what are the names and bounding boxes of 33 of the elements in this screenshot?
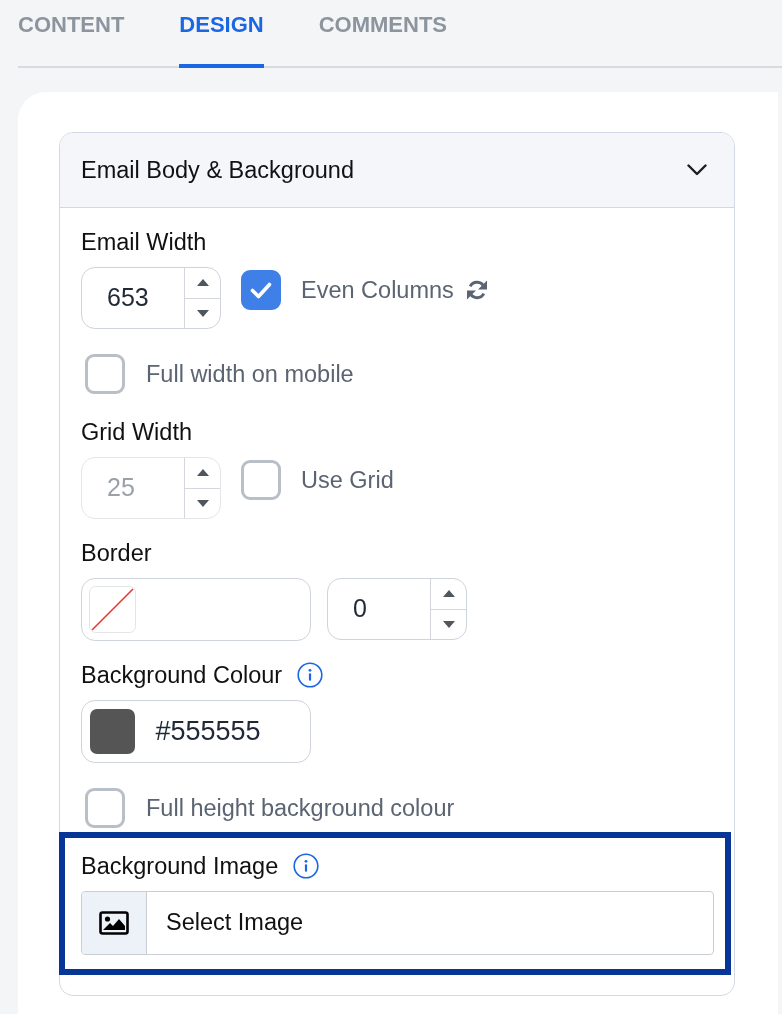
field-label: Background Image [81, 852, 279, 881]
caret-down-icon[interactable] [196, 499, 209, 507]
panel-title: Email Body & Background [81, 156, 354, 185]
checkbox[interactable] [85, 354, 125, 394]
caret-down-icon[interactable] [442, 620, 455, 628]
caret-up-icon[interactable] [442, 590, 455, 598]
caret-down-icon[interactable] [196, 309, 209, 317]
checkbox[interactable] [85, 788, 125, 828]
field-label: Background Colour [81, 661, 283, 690]
field-label: Email Width [81, 228, 207, 257]
field-label: Border [81, 539, 152, 568]
number-field[interactable]: 0 [327, 578, 467, 640]
checkbox-label: Full height background colour [146, 794, 455, 823]
check-icon [250, 281, 272, 299]
accordion-header[interactable]: Email Body & Background [60, 133, 734, 208]
chevron-down-icon[interactable] [687, 164, 707, 176]
no-colour-swatch-icon[interactable] [88, 586, 136, 633]
tab[interactable]: DESIGN [179, 0, 264, 68]
field-label: Grid Width [81, 418, 192, 447]
info-icon[interactable] [293, 853, 320, 879]
number-field[interactable]: 653 [81, 267, 221, 329]
checkbox-label: Full width on mobile [146, 360, 354, 389]
colour-swatch-icon[interactable] [89, 709, 135, 754]
caret-up-icon[interactable] [196, 279, 209, 287]
colour-field[interactable] [81, 578, 311, 641]
checkbox-label: Use Grid [301, 466, 394, 495]
info-icon[interactable] [297, 662, 324, 688]
checkbox-label: Even Columns [301, 276, 454, 305]
image-icon [99, 911, 129, 935]
colour-field[interactable]: #555555 [81, 700, 311, 763]
checkbox[interactable] [241, 270, 281, 310]
refresh-icon[interactable] [465, 279, 488, 301]
select-image-field[interactable]: Select Image [81, 891, 714, 955]
